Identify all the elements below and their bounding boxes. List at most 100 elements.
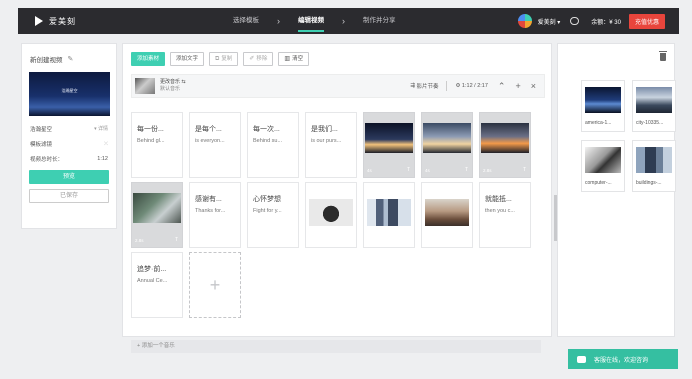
text-icon[interactable]: T [175, 237, 178, 243]
clear-label: 清空 [292, 56, 304, 62]
clip-thumbnail [133, 193, 181, 223]
plus-icon: + [209, 274, 221, 295]
storyboard-panel: 添加素材 添加文字 ⧉ 复制 ✐ 移除 ▥ 清空 更改音乐 ⇆ 默认音乐 ⇶ 影片节奏… [122, 43, 552, 337]
asset-panel: america-1... city-10335... computer-... bui… [557, 43, 676, 337]
add-material-button[interactable]: 添加素材 [131, 52, 166, 66]
text-icon[interactable]: T [465, 167, 468, 173]
asset-item[interactable]: buildings-... [632, 140, 676, 192]
clip-title: 是我们... [311, 126, 338, 133]
clip-card[interactable]: 是我们... is our purs... [305, 112, 357, 178]
recharge-button[interactable]: 充值优惠 [628, 13, 665, 29]
preview-button[interactable]: 预览 [29, 170, 109, 184]
beat-button[interactable]: 影片节奏 [416, 82, 438, 90]
music-name: 默认音乐 [160, 86, 181, 92]
copy-button[interactable]: ⧉ 复制 [209, 52, 239, 66]
user-menu[interactable]: 爱美刻 ▾ [538, 17, 561, 26]
clip-title: 就能抵... [485, 196, 512, 203]
text-icon[interactable]: T [523, 167, 526, 173]
trash-icon[interactable] [659, 51, 667, 61]
user-area: 爱美刻 ▾ 余额：¥ 30 充值优惠 [517, 8, 665, 34]
asset-name: city-10335... [636, 120, 664, 126]
clip-duration: 2.8s [135, 238, 144, 243]
balance-text: 余额：¥ 30 [591, 19, 621, 26]
project-title[interactable]: 新创建视频 [30, 54, 63, 64]
asset-item[interactable]: america-1... [581, 80, 625, 132]
clip-card[interactable]: 4s T [363, 112, 415, 178]
clip-card[interactable]: 追梦·前... Annual Ce... [131, 252, 183, 318]
clip-subtitle: Behind su... [253, 138, 283, 144]
clip-card[interactable]: 2.8s T [479, 112, 531, 178]
clip-card[interactable] [305, 182, 357, 248]
change-music-link[interactable]: 更改音乐 ⇆ [160, 79, 186, 86]
add-material-label: 添加素材 [137, 56, 160, 62]
clip-duration: 4s [425, 168, 430, 173]
add-clip-button[interactable]: + [189, 252, 241, 318]
clip-card[interactable]: 每一份... Behind gl... [131, 112, 183, 178]
clip-subtitle: is everyon... [195, 138, 225, 144]
logo-text: 爱美刻 [49, 16, 76, 26]
asset-name: computer-... [585, 180, 612, 186]
step-choose-template[interactable]: 选择模板 [233, 8, 259, 34]
message-icon[interactable] [570, 17, 580, 25]
add-text-button[interactable]: 添加文字 [170, 52, 205, 66]
clip-card[interactable]: 每一次... Behind su... [247, 112, 299, 178]
chat-icon [577, 355, 586, 363]
clip-title: 追梦·前... [137, 266, 167, 273]
saved-button[interactable]: 已保存 [29, 189, 109, 203]
top-bar: 爱美刻 选择模板 › 编辑视频 › 制作并分享 爱美刻 ▾ 余额：¥ 30 充值… [18, 8, 679, 34]
support-chat-button[interactable]: 客服在线，欢迎咨询 [568, 349, 678, 369]
clip-title: 每一份... [137, 126, 164, 133]
clip-card[interactable]: 是每个... is everyon... [189, 112, 241, 178]
template-name: 浩瀚星空 [30, 126, 53, 133]
clip-card[interactable] [421, 182, 473, 248]
clip-subtitle: Annual Ce... [137, 278, 168, 284]
template-row[interactable]: 浩瀚星空 ▾ 详情 [22, 121, 116, 136]
plus-icon[interactable]: + [515, 81, 520, 91]
support-label: 客服在线，欢迎咨询 [594, 357, 649, 364]
chevron-up-icon[interactable]: ⌃ [498, 81, 506, 92]
asset-name: america-1... [585, 120, 612, 126]
remove-button[interactable]: ✐ 移除 [243, 52, 274, 66]
clip-card[interactable]: 2.8s T [131, 182, 183, 248]
clip-thumbnail [367, 199, 411, 226]
trash-icon: ▥ [284, 56, 291, 62]
template-preview[interactable]: 浩瀚星空 [29, 72, 110, 116]
avatar[interactable] [517, 14, 532, 28]
clip-duration: 4s [367, 168, 372, 173]
add-music-bar[interactable]: + 添加一个音乐 [131, 340, 541, 353]
clip-title: 每一次... [253, 126, 280, 133]
asset-item[interactable]: computer-... [581, 140, 625, 192]
asset-thumbnail [585, 87, 621, 113]
asset-thumbnail [585, 147, 621, 173]
clip-card[interactable] [363, 182, 415, 248]
clip-thumbnail [425, 199, 469, 226]
details-toggle[interactable]: ▾ 详情 [94, 125, 108, 132]
music-cover[interactable] [135, 78, 155, 94]
step-make-share[interactable]: 制作并分享 [363, 8, 396, 34]
toolbar: 添加素材 添加文字 ⧉ 复制 ✐ 移除 ▥ 清空 [123, 44, 551, 66]
logo[interactable]: 爱美刻 [35, 16, 76, 27]
pencil-icon[interactable]: ✎ [68, 55, 74, 63]
filter-row[interactable]: 模板滤镜 ⤫ [22, 136, 116, 151]
clip-card[interactable]: 心怀梦想 Fight for y... [247, 182, 299, 248]
asset-thumbnail [636, 87, 672, 113]
shuffle-icon[interactable]: ⤫ [104, 141, 108, 147]
close-icon[interactable]: × [531, 81, 536, 91]
clip-card[interactable]: 4s T [421, 112, 473, 178]
clip-card[interactable]: 就能抵... then you c... [479, 182, 531, 248]
clip-card[interactable]: 感谢有... Thanks for... [189, 182, 241, 248]
duration-label: 视频总时长： [30, 156, 64, 163]
chevron-right-icon: › [342, 16, 345, 26]
clip-subtitle: is our purs... [311, 138, 342, 144]
clip-subtitle: Thanks for... [195, 208, 226, 214]
text-icon[interactable]: T [407, 167, 410, 173]
clip-duration: 2.8s [483, 168, 492, 173]
asset-thumbnail [636, 147, 672, 173]
divider [446, 81, 448, 91]
clear-button[interactable]: ▥ 清空 [278, 52, 310, 66]
clip-subtitle: then you c... [485, 208, 515, 214]
asset-item[interactable]: city-10335... [632, 80, 676, 132]
music-controls: ⇶ 影片节奏 ⚙ 1:12 / 2:17 ⌃ + × [410, 75, 536, 97]
play-logo-icon [35, 16, 43, 26]
step-edit-video[interactable]: 编辑视频 [298, 8, 324, 34]
